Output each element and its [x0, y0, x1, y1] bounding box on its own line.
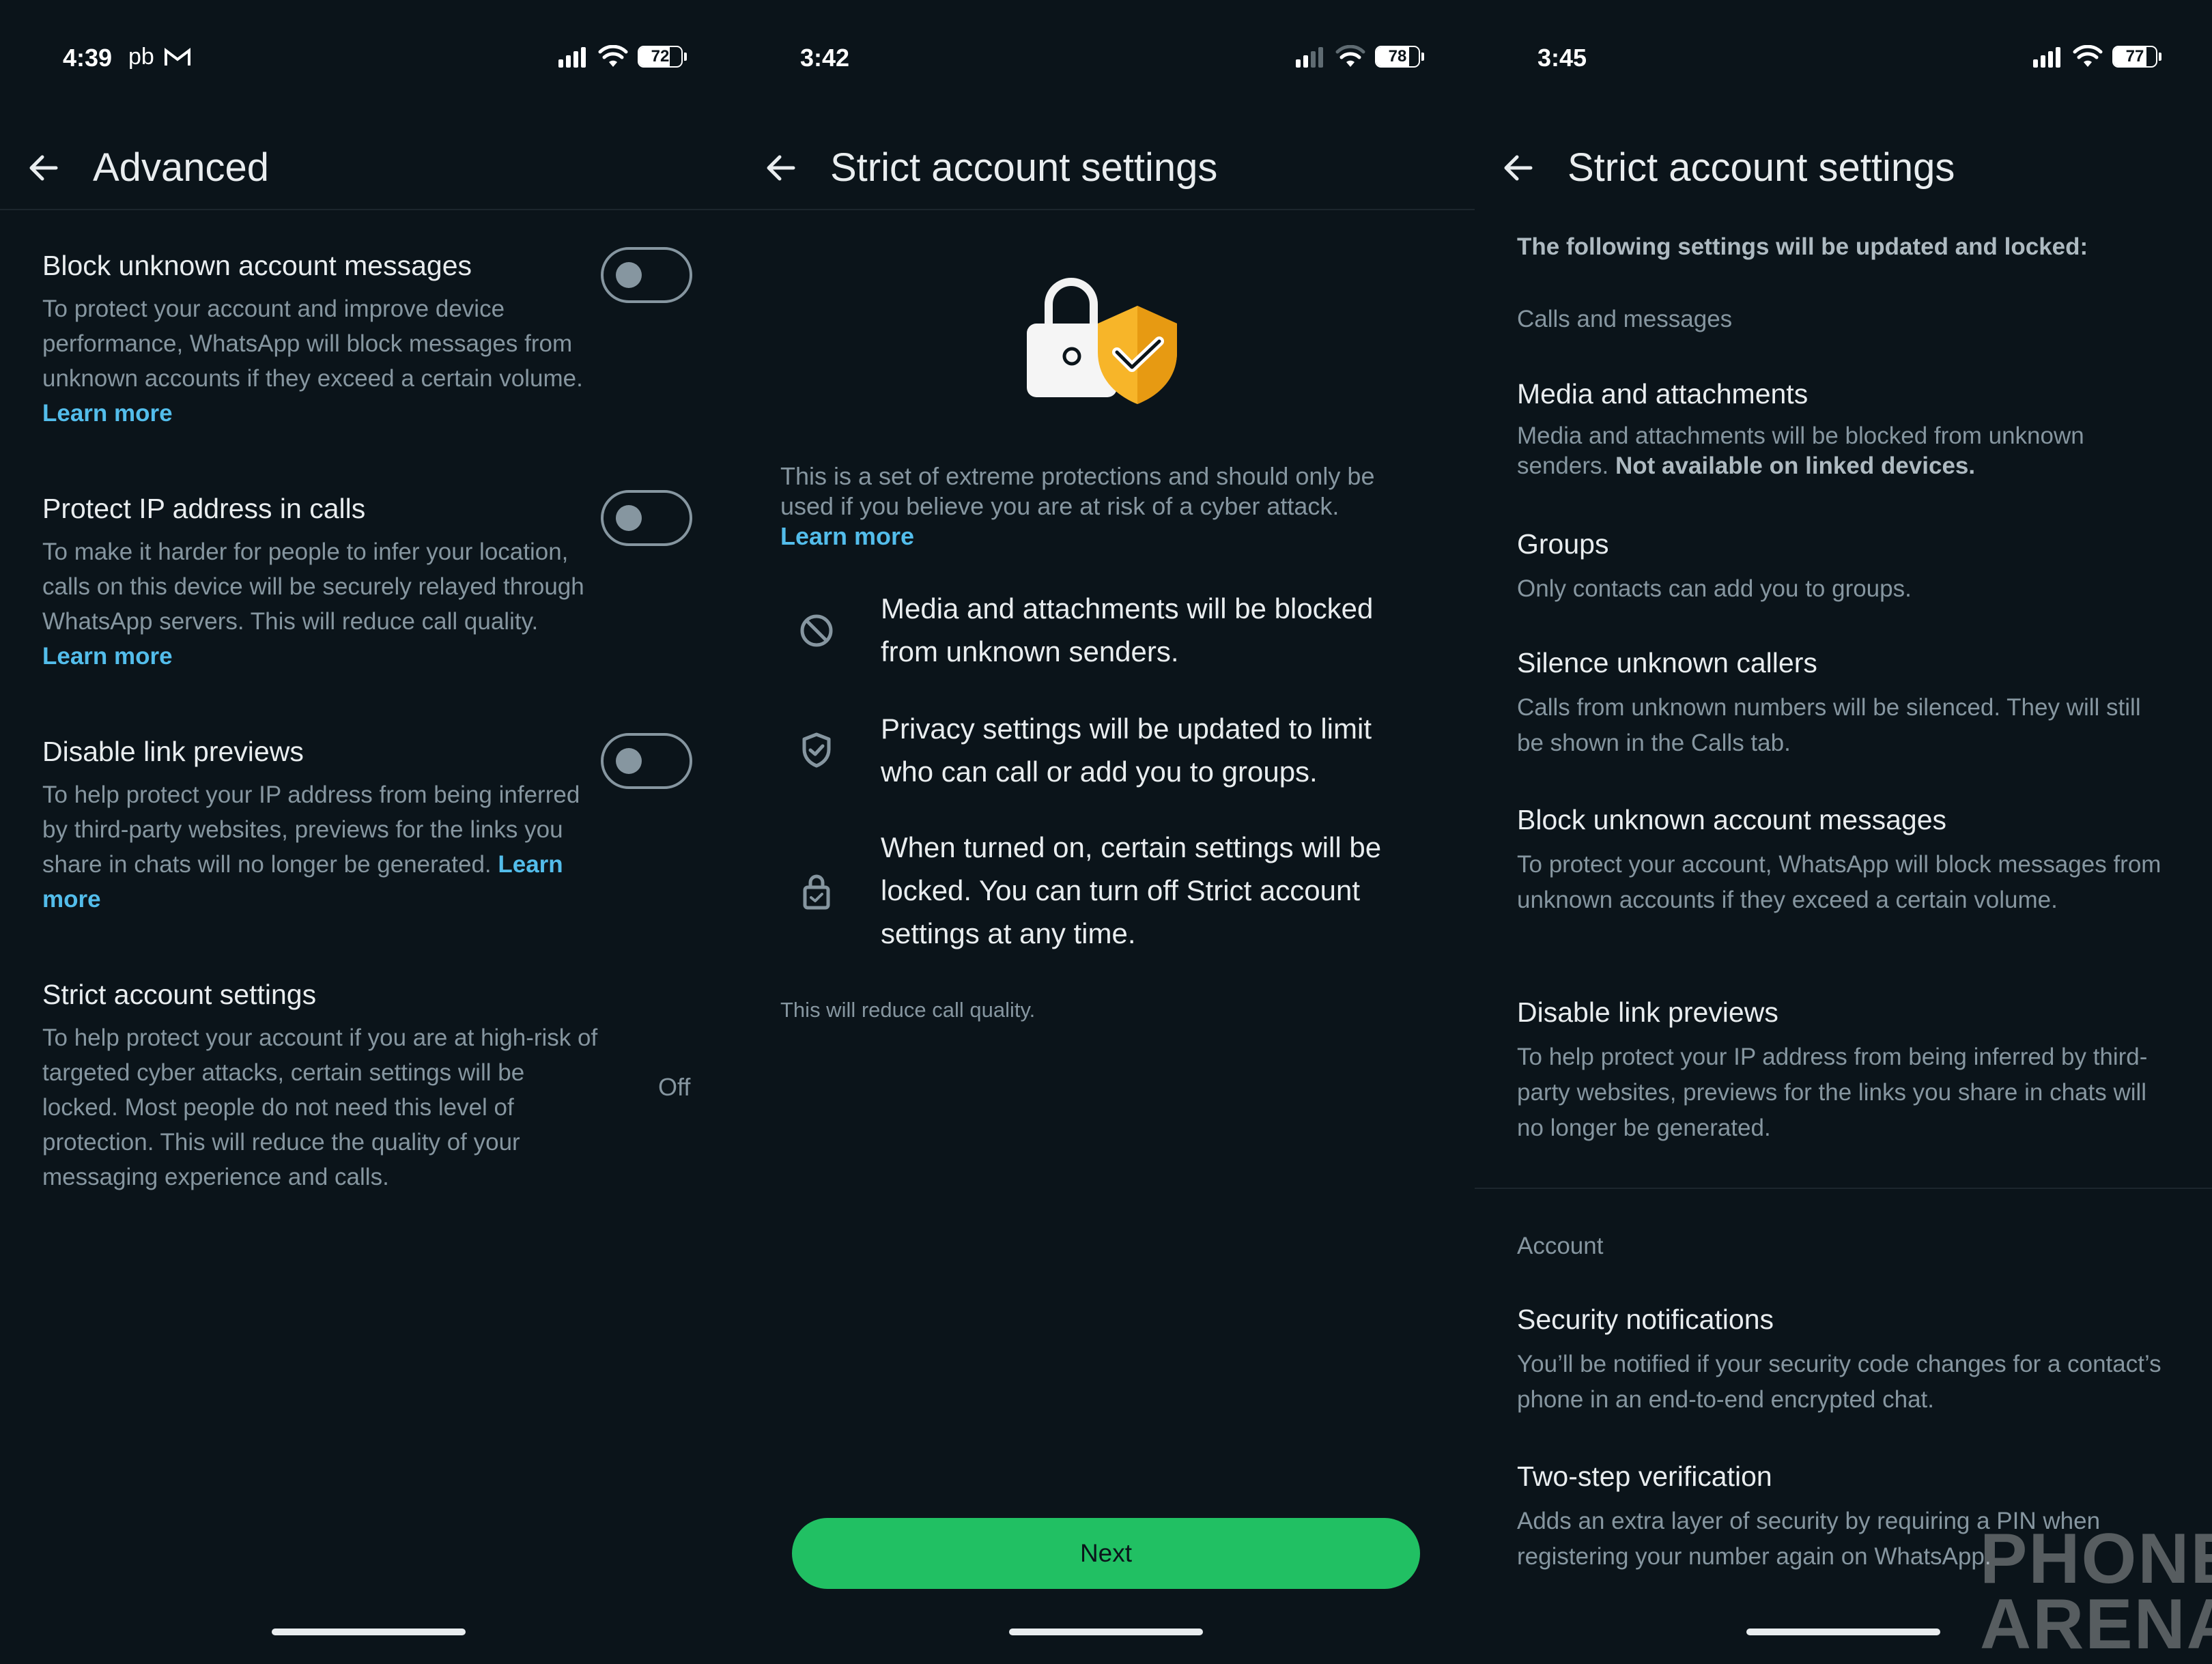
battery-icon: 78 — [1375, 46, 1420, 68]
setting-description: To make it harder for people to infer yo… — [42, 539, 584, 635]
back-arrow-icon[interactable] — [762, 149, 800, 187]
home-indicator[interactable] — [272, 1629, 466, 1635]
learn-more-link[interactable]: Learn more — [42, 643, 173, 670]
setting-title: Disable link previews — [1517, 996, 1778, 1028]
app-bar: Advanced — [0, 134, 737, 210]
wifi-icon — [2073, 45, 2103, 67]
setting-title: Two-step verification — [1517, 1461, 1772, 1492]
setting-title: Protect IP address in calls — [42, 493, 366, 524]
feature-item: Media and attachments will be blocked fr… — [881, 592, 1374, 668]
signal-icon — [558, 47, 586, 68]
lock-shield-illustration — [1027, 278, 1177, 404]
setting-title: Block unknown account messages — [1517, 804, 1947, 835]
locked-setting-silence-callers: Silence unknown callers Calls from unkno… — [1517, 647, 2172, 761]
setting-description: To protect your account, WhatsApp will b… — [1517, 851, 2161, 913]
status-bar: 3:42 78 — [737, 40, 1475, 81]
signal-icon — [1296, 47, 1323, 68]
setting-description: Only contacts can add you to groups. — [1517, 575, 1912, 602]
protect-ip-toggle[interactable] — [601, 490, 692, 546]
disable-link-previews-toggle[interactable] — [601, 733, 692, 789]
back-arrow-icon[interactable] — [1499, 149, 1537, 187]
section-header-calls-messages: Calls and messages — [1517, 306, 1733, 332]
learn-more-link[interactable]: Learn more — [42, 400, 173, 427]
battery-level: 72 — [651, 47, 670, 66]
advanced-screen: 4:39 pb 72 Advanced Block unknown accoun… — [0, 0, 737, 1654]
setting-strict-account[interactable]: Strict account settings To help protect … — [42, 979, 602, 1194]
status-time: 3:45 — [1537, 44, 1587, 72]
setting-description: Calls from unknown numbers will be silen… — [1517, 694, 2141, 756]
learn-more-link[interactable]: Learn more — [780, 522, 914, 550]
status-bar: 3:45 77 — [1475, 40, 2212, 81]
feature-item: Privacy settings will be updated to limi… — [881, 713, 1372, 788]
setting-disable-link-previews[interactable]: Disable link previews To help protect yo… — [42, 736, 602, 917]
strict-account-value: Off — [658, 1073, 691, 1101]
intro-text: This is a set of extreme protections and… — [780, 461, 1395, 551]
feature-item: When turned on, certain settings will be… — [881, 831, 1382, 949]
intro-description: This is a set of extreme protections and… — [780, 462, 1375, 520]
section-divider — [1475, 1188, 2212, 1189]
next-button[interactable]: Next — [792, 1518, 1420, 1589]
setting-block-unknown[interactable]: Block unknown account messages To protec… — [42, 250, 602, 431]
setting-title: Security notifications — [1517, 1304, 1774, 1335]
shield-check-icon — [802, 732, 831, 768]
page-title: Strict account settings — [830, 145, 1218, 190]
status-time: 3:42 — [800, 44, 850, 72]
status-time: 4:39 — [63, 44, 113, 72]
phonearena-watermark: PHONE ARENA — [1980, 1519, 2212, 1664]
page-title: Strict account settings — [1568, 145, 1955, 190]
linked-devices-note: Not available on linked devices. — [1615, 453, 1976, 479]
gmail-icon — [164, 47, 190, 66]
signal-icon — [2033, 47, 2060, 68]
setting-description: You’ll be notified if your security code… — [1517, 1351, 2161, 1413]
locked-settings-header: The following settings will be updated a… — [1517, 233, 2088, 260]
wifi-icon — [598, 45, 628, 67]
home-indicator[interactable] — [1746, 1629, 1940, 1635]
home-indicator[interactable] — [1009, 1629, 1203, 1635]
status-bar: 4:39 pb 72 — [0, 40, 737, 81]
locked-setting-media: Media and attachments Media and attachme… — [1517, 378, 2172, 481]
setting-title: Strict account settings — [42, 979, 317, 1010]
lock-check-icon — [803, 874, 830, 910]
setting-title: Media and attachments — [1517, 378, 1809, 410]
app-bar: Strict account settings — [737, 134, 1475, 210]
setting-title: Disable link previews — [42, 736, 304, 767]
battery-icon: 72 — [638, 46, 683, 68]
locked-setting-block-unknown: Block unknown account messages To protec… — [1517, 804, 2172, 918]
back-arrow-icon[interactable] — [25, 149, 63, 187]
call-quality-note: This will reduce call quality. — [780, 998, 1036, 1022]
setting-title: Groups — [1517, 528, 1609, 560]
setting-description: To protect your account and improve devi… — [42, 296, 583, 392]
section-header-account: Account — [1517, 1233, 1604, 1259]
battery-level: 78 — [1388, 47, 1407, 66]
battery-icon: 77 — [2112, 46, 2157, 68]
page-title: Advanced — [93, 145, 269, 190]
setting-protect-ip[interactable]: Protect IP address in calls To make it h… — [42, 493, 602, 674]
block-icon — [800, 614, 833, 647]
setting-description: To help protect your account if you are … — [42, 1024, 598, 1190]
setting-title: Silence unknown callers — [1517, 647, 1817, 678]
block-unknown-toggle[interactable] — [601, 247, 692, 303]
app-bar: Strict account settings — [1475, 134, 2212, 209]
status-extra-text: pb — [128, 44, 154, 70]
setting-title: Block unknown account messages — [42, 250, 472, 281]
locked-setting-link-previews: Disable link previews To help protect yo… — [1517, 996, 2172, 1146]
wifi-icon — [1335, 45, 1365, 67]
locked-setting-security-notifications: Security notifications You’ll be notifie… — [1517, 1304, 2172, 1418]
setting-description: To help protect your IP address from bei… — [1517, 1044, 2148, 1141]
locked-setting-groups: Groups Only contacts can add you to grou… — [1517, 528, 2172, 607]
battery-level: 77 — [2125, 47, 2144, 66]
